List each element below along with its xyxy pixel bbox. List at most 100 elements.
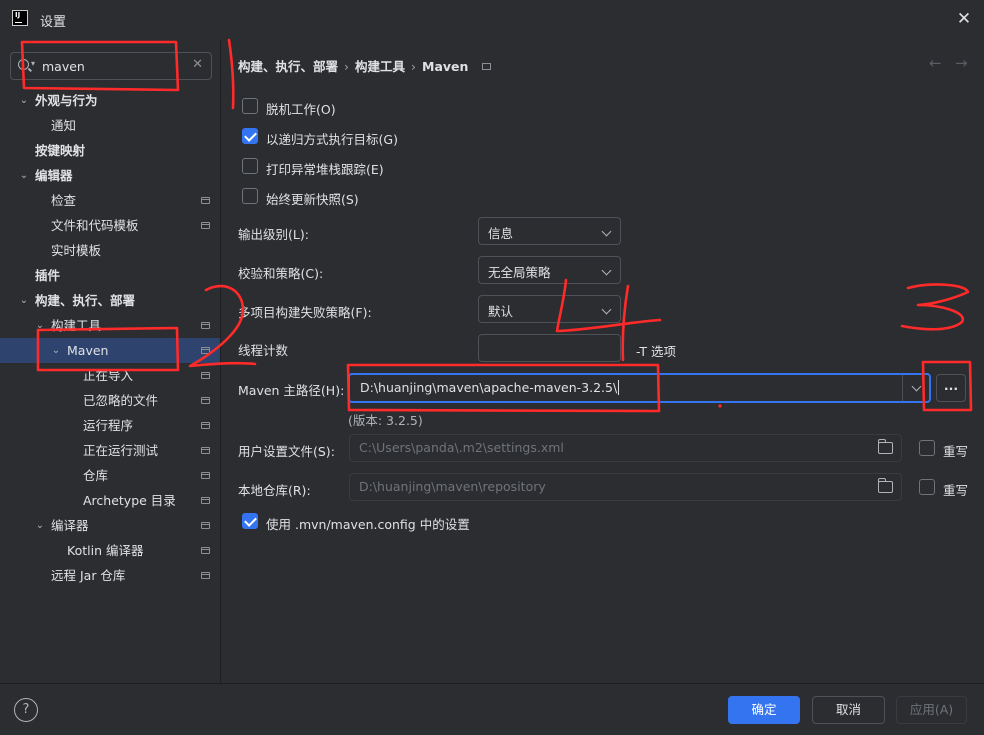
breadcrumb-separator: ›	[344, 59, 350, 74]
tree-item[interactable]: Archetype 目录	[0, 488, 220, 513]
settings-tree: ⌄ 外观与行为通知按键映射 ⌄ 编辑器检查文件和代码模板 实时模板插件 ⌄ 构建、执行、部署…	[0, 88, 220, 588]
browse-maven-home-button[interactable]: ...	[936, 374, 966, 402]
ok-button[interactable]: 确定	[728, 696, 800, 724]
settings-sidebar: ▾ ✕ ⌄ 外观与行为通知按键映射 ⌄ 编辑器检查文件和代码模板实时模板插件 ⌄ 构建、执…	[0, 40, 221, 683]
breadcrumb-build-tools[interactable]: 构建工具	[355, 59, 405, 74]
local-repo-field: D:\huanjing\maven\repository	[349, 473, 902, 501]
option-checkbox[interactable]	[242, 128, 258, 144]
chevron-down-icon[interactable]: ⌄	[18, 88, 30, 113]
chevron-down-icon[interactable]: ⌄	[34, 313, 46, 338]
search-icon	[18, 59, 29, 70]
tree-item[interactable]: 正在运行测试	[0, 438, 220, 463]
tree-item-label: 运行程序	[83, 418, 134, 433]
tree-item[interactable]: 仓库	[0, 463, 220, 488]
override-local-repo-checkbox[interactable]	[919, 479, 935, 495]
chevron-down-icon[interactable]: ⌄	[18, 288, 30, 313]
maven-home-value[interactable]: D:\huanjing\maven\apache-maven-3.2.5\	[360, 380, 620, 395]
option-label: 始终更新快照(S)	[266, 192, 359, 207]
tree-item[interactable]: 插件	[0, 263, 220, 288]
clear-search-icon[interactable]: ✕	[192, 57, 203, 72]
multiproject-fail-policy-dropdown[interactable]: 默认	[478, 295, 621, 323]
tree-item-label: Archetype 目录	[83, 493, 176, 508]
tree-item[interactable]: 已忽略的文件	[0, 388, 220, 413]
multiproject-fail-policy-label: 多项目构建失败策略(F):	[238, 305, 372, 320]
checksum-policy-dropdown[interactable]: 无全局策略	[478, 256, 621, 284]
close-icon[interactable]: ✕	[954, 9, 974, 29]
chevron-down-icon	[601, 265, 612, 276]
folder-icon[interactable]	[878, 439, 893, 454]
intellij-app-icon: IJ	[12, 10, 28, 26]
help-icon[interactable]: ?	[14, 698, 38, 722]
tree-item-label: 文件和代码模板	[51, 218, 139, 233]
tree-item-label: Maven	[67, 343, 109, 358]
cancel-button[interactable]: 取消	[812, 696, 885, 724]
option-label: 打印异常堆栈跟踪(E)	[266, 162, 384, 177]
tree-item-label: 通知	[51, 118, 77, 133]
thread-count-label: 线程计数	[238, 343, 289, 358]
back-arrow-icon[interactable]: ←	[929, 54, 942, 72]
tree-item-label: 远程 Jar 仓库	[51, 568, 126, 583]
tree-item[interactable]: ⌄ 构建工具	[0, 313, 220, 338]
tree-item[interactable]: 实时模板	[0, 238, 220, 263]
tree-item[interactable]: 远程 Jar 仓库	[0, 563, 220, 588]
search-input[interactable]	[42, 56, 187, 76]
local-repo-value: D:\huanjing\maven\repository	[359, 479, 546, 494]
local-repo-label: 本地仓库(R):	[238, 483, 311, 498]
chevron-down-icon[interactable]: ⌄	[18, 163, 30, 188]
tree-item[interactable]: ⌄ 编辑器	[0, 163, 220, 188]
multiproject-fail-policy-value: 默认	[488, 304, 514, 319]
use-mvn-config-label: 使用 .mvn/maven.config 中的设置	[266, 517, 470, 532]
project-level-icon	[201, 347, 210, 354]
dialog-footer: ? 确定 取消 应用(A)	[0, 683, 984, 735]
tree-item[interactable]: 检查	[0, 188, 220, 213]
tree-item-label: 外观与行为	[35, 93, 98, 108]
tree-item-label: 编辑器	[35, 168, 73, 183]
window-title: 设置	[40, 15, 67, 30]
project-level-icon	[201, 572, 210, 579]
thread-count-input[interactable]	[478, 334, 621, 362]
checksum-policy-value: 无全局策略	[488, 265, 551, 280]
chevron-down-icon[interactable]	[911, 381, 922, 392]
tree-item[interactable]: 文件和代码模板	[0, 213, 220, 238]
tree-item[interactable]: ⌄ 外观与行为	[0, 88, 220, 113]
tree-item-label: 实时模板	[51, 243, 102, 258]
tree-item[interactable]: 正在导入	[0, 363, 220, 388]
option-checkbox[interactable]	[242, 98, 258, 114]
breadcrumb: 构建、执行、部署 › 构建工具 › Maven	[238, 56, 492, 75]
user-settings-field: C:\Users\panda\.m2\settings.xml	[349, 434, 902, 462]
tree-item[interactable]: 按键映射	[0, 138, 220, 163]
tree-item-label: 插件	[35, 268, 61, 283]
output-level-dropdown[interactable]: 信息	[478, 217, 621, 245]
tree-item-label: 按键映射	[35, 143, 86, 158]
output-level-label: 输出级别(L):	[238, 227, 309, 242]
title-bar: IJ 设置 ✕	[0, 0, 984, 40]
project-level-icon	[201, 222, 210, 229]
tree-item-label: 构建工具	[51, 318, 102, 333]
option-checkbox[interactable]	[242, 158, 258, 174]
maven-home-label: Maven 主路径(H):	[238, 383, 345, 398]
breadcrumb-maven: Maven	[422, 59, 469, 74]
tree-item[interactable]: ⌄ 编译器	[0, 513, 220, 538]
tree-item-label: 正在导入	[83, 368, 134, 383]
project-level-icon	[201, 522, 210, 529]
settings-search[interactable]: ▾ ✕	[10, 52, 212, 80]
option-checkbox[interactable]	[242, 188, 258, 204]
tree-item-label: Kotlin 编译器	[67, 543, 144, 558]
tree-item[interactable]: 运行程序	[0, 413, 220, 438]
chevron-down-icon[interactable]: ⌄	[34, 513, 46, 538]
chevron-down-icon[interactable]: ⌄	[50, 338, 62, 363]
override-user-settings-label: 重写	[943, 444, 969, 459]
tree-item[interactable]: ⌄ 构建、执行、部署	[0, 288, 220, 313]
apply-button[interactable]: 应用(A)	[896, 696, 967, 724]
tree-item[interactable]: ⌄ Maven	[0, 338, 220, 363]
maven-version-text: (版本: 3.2.5)	[348, 413, 423, 428]
search-history-caret-icon[interactable]: ▾	[31, 59, 35, 68]
override-user-settings-checkbox[interactable]	[919, 440, 935, 456]
tree-item[interactable]: Kotlin 编译器	[0, 538, 220, 563]
breadcrumb-build-execution-deployment[interactable]: 构建、执行、部署	[238, 59, 338, 74]
use-mvn-config-checkbox[interactable]	[242, 513, 258, 529]
tree-item[interactable]: 通知	[0, 113, 220, 138]
folder-icon[interactable]	[878, 478, 893, 493]
forward-arrow-icon[interactable]: →	[955, 54, 968, 72]
maven-home-combobox[interactable]: D:\huanjing\maven\apache-maven-3.2.5\	[348, 373, 931, 403]
